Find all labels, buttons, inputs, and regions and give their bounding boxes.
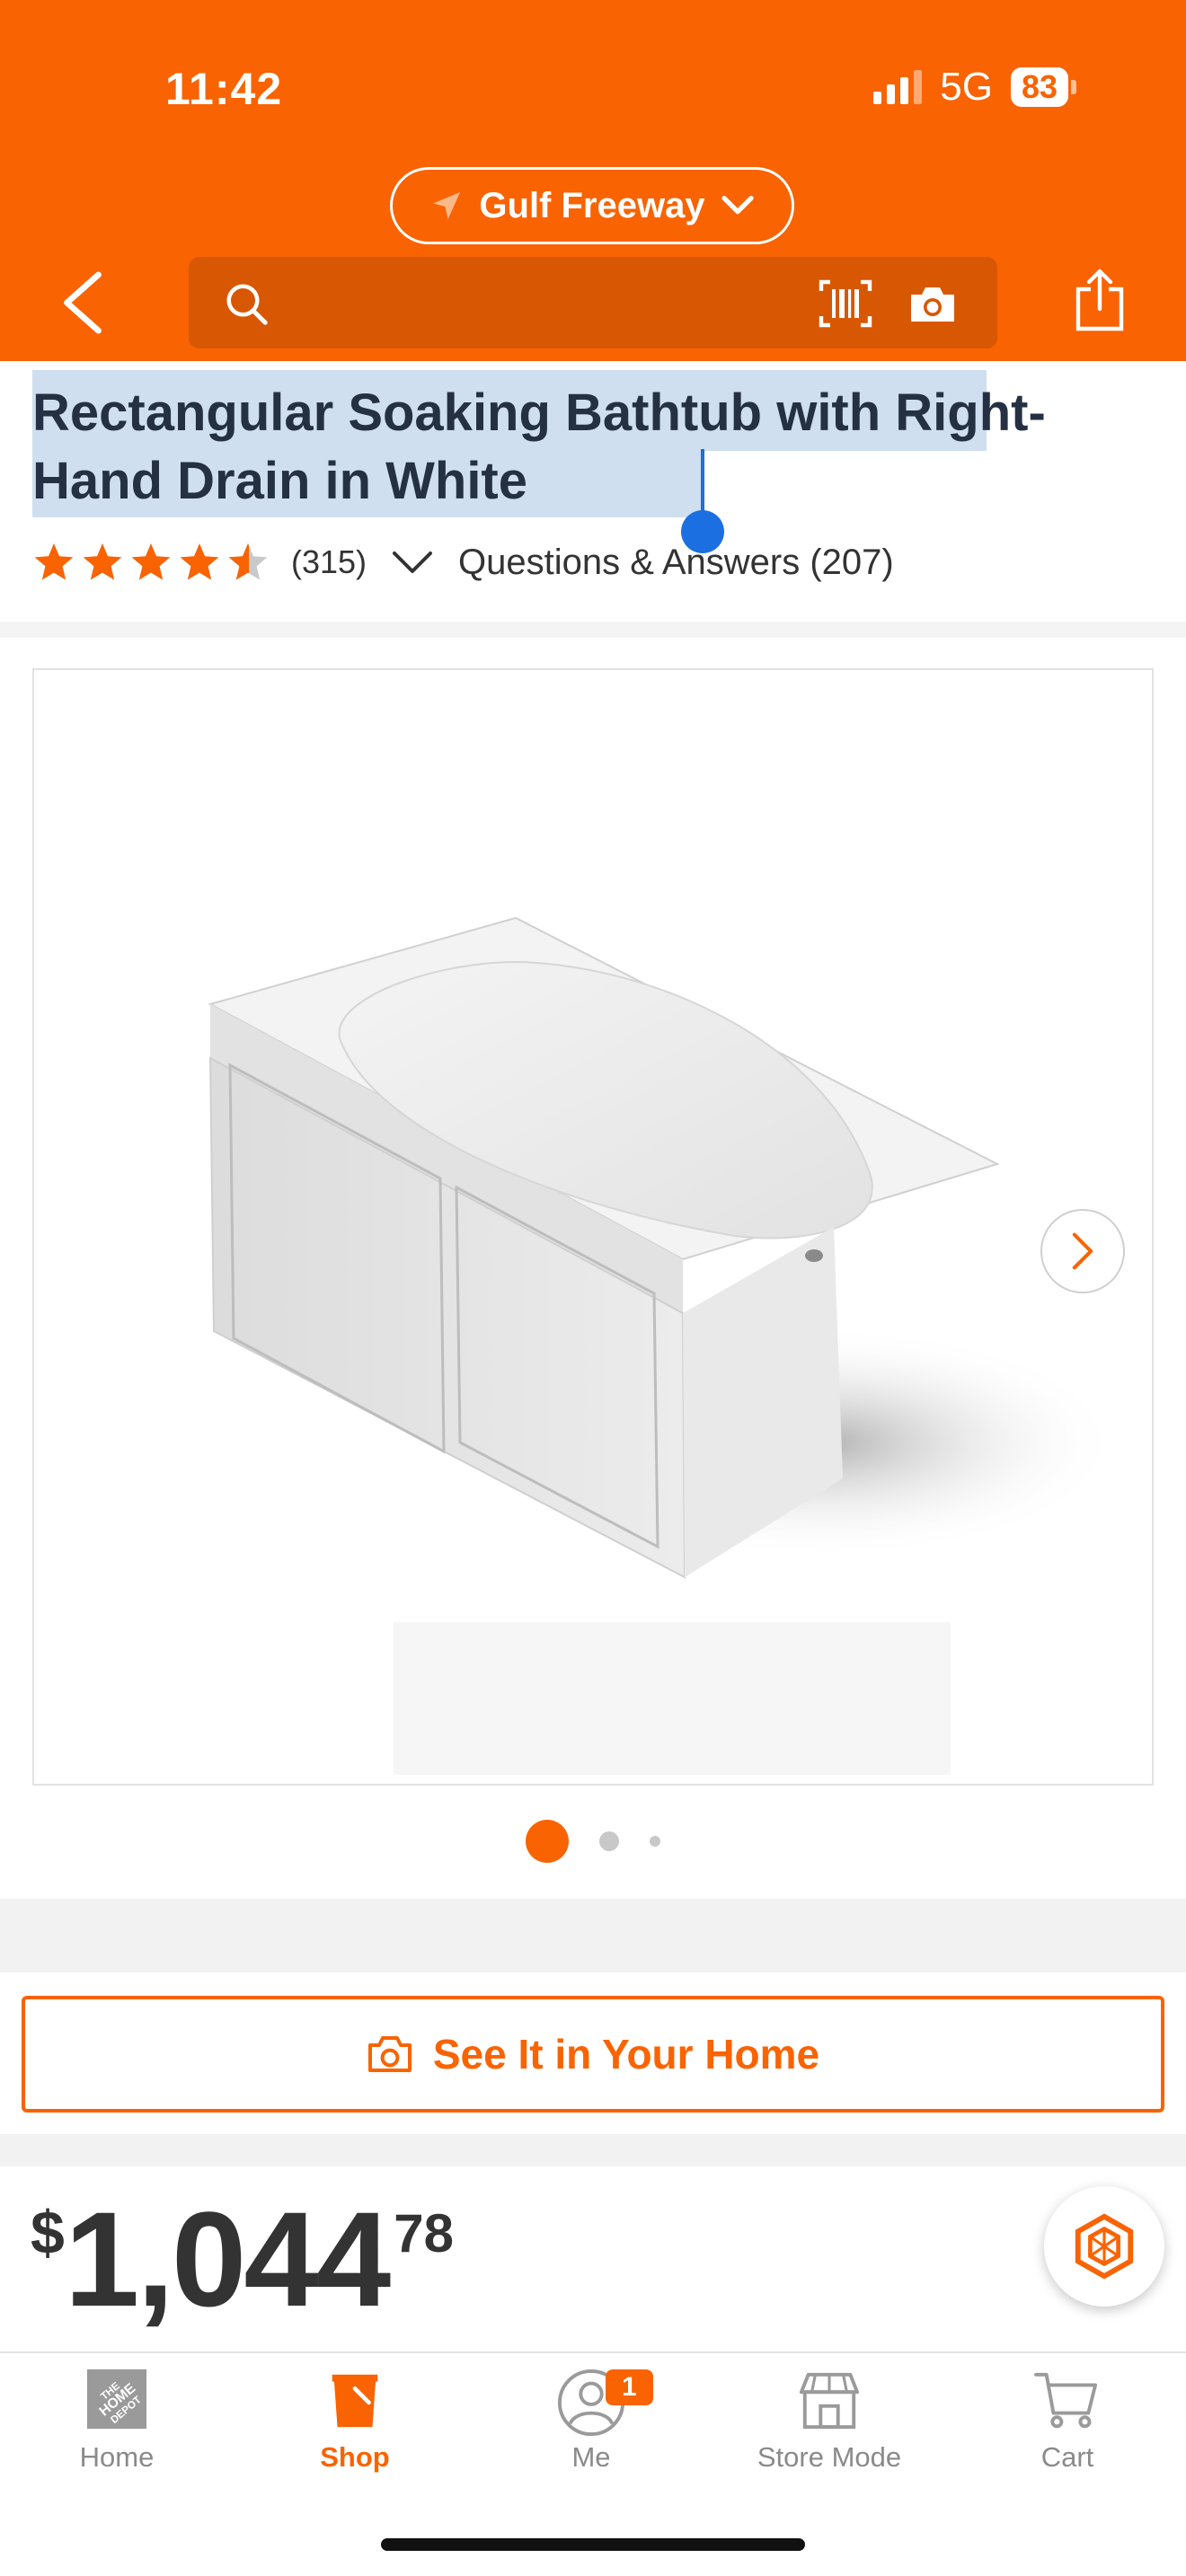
search-input[interactable] [270, 273, 773, 332]
tab-label: Cart [1040, 2441, 1094, 2473]
tab-store-mode[interactable]: Store Mode [739, 2368, 919, 2474]
location-arrow-icon [433, 192, 461, 219]
camera-outline-icon [367, 2036, 412, 2072]
questions-answers-link[interactable]: Questions & Answers (207) [458, 543, 894, 583]
back-chevron-icon[interactable] [59, 271, 106, 334]
notification-badge: 1 [606, 2369, 653, 2405]
gallery-pagination [0, 1820, 1186, 1863]
barcode-icon[interactable] [818, 278, 873, 329]
tab-label: Me [571, 2441, 611, 2473]
chevron-right-icon [1072, 1232, 1093, 1270]
app-header: 11:42 5G 83 Gulf Freeway [0, 0, 1186, 361]
tab-label: Store Mode [757, 2441, 902, 2473]
chat-assistant-icon [1075, 2213, 1134, 2280]
bathtub-product-image [208, 916, 1121, 1775]
tab-label: Shop [320, 2441, 390, 2473]
network-type: 5G [940, 65, 993, 109]
product-image-gallery[interactable] [32, 668, 1154, 1786]
store-icon [799, 2372, 860, 2430]
tab-me[interactable]: 1 Me [501, 2368, 681, 2474]
store-name: Gulf Freeway [479, 185, 705, 225]
chevron-down-icon[interactable] [390, 548, 435, 577]
status-indicators: 5G 83 [873, 65, 1076, 110]
tab-label: Home [79, 2441, 155, 2473]
price-currency: $ [31, 2199, 65, 2267]
chevron-down-icon [721, 196, 754, 215]
tab-home[interactable]: THE HOME DEPOT Home [27, 2368, 207, 2474]
star-full-icon [34, 543, 74, 580]
camera-icon[interactable] [907, 282, 958, 325]
star-full-icon [131, 543, 171, 580]
search-icon [226, 284, 268, 325]
product-title: Rectangular Soaking Bathtub with Right-H… [32, 384, 1046, 510]
review-count[interactable]: (315) [291, 543, 367, 581]
see-it-in-your-home-button[interactable]: See It in Your Home [22, 1996, 1164, 2113]
home-depot-logo-icon: THE HOME DEPOT [86, 2369, 147, 2430]
rating-row[interactable]: (315) Questions & Answers (207) [32, 535, 894, 589]
star-half-icon [228, 543, 268, 580]
star-full-icon [83, 543, 122, 580]
tab-cart[interactable]: Cart [978, 2368, 1157, 2474]
section-divider [0, 622, 1186, 638]
price-cents: 78 [394, 2203, 454, 2263]
tab-shop[interactable]: Shop [265, 2368, 445, 2474]
cart-icon [1034, 2372, 1098, 2429]
status-time: 11:42 [165, 64, 283, 114]
see-it-label: See It in Your Home [432, 2031, 820, 2078]
star-full-icon [180, 543, 219, 580]
pagination-dot[interactable] [599, 1831, 619, 1851]
next-image-button[interactable] [1040, 1209, 1125, 1293]
battery-level: 83 [1010, 67, 1068, 107]
chat-assistant-button[interactable] [1044, 2186, 1164, 2307]
shop-bucket-icon [332, 2374, 378, 2428]
price-dollars: 1,044 [64, 2183, 391, 2334]
store-selector[interactable]: Gulf Freeway [390, 167, 794, 244]
section-divider [0, 2134, 1186, 2166]
section-divider [0, 1899, 1186, 1972]
pagination-dot[interactable] [650, 1836, 660, 1847]
search-bar[interactable] [189, 257, 997, 348]
rating-stars [32, 541, 270, 584]
cellular-signal-icon [873, 70, 923, 104]
battery-icon: 83 [1010, 67, 1076, 107]
pagination-dot-active[interactable] [526, 1820, 569, 1863]
product-price: $ 1,044 78 [31, 2192, 454, 2326]
home-indicator[interactable] [381, 2538, 805, 2551]
share-icon[interactable] [1073, 268, 1127, 332]
